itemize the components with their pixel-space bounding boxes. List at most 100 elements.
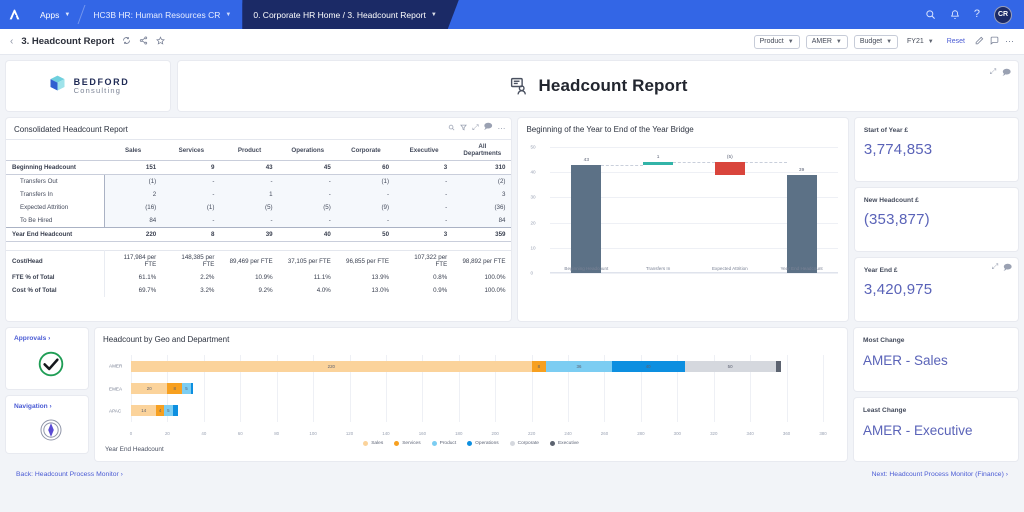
legend-item[interactable]: Executive (549, 441, 579, 446)
kpi-value: AMER - Sales (863, 353, 948, 368)
cell: - (162, 214, 221, 228)
navigation-card[interactable]: Navigation › (6, 396, 88, 453)
chevron-left-icon[interactable]: ‹ (10, 36, 13, 47)
bar-value-label: 39 (798, 167, 805, 173)
bar-segment[interactable]: 40 (611, 360, 685, 372)
cell: 98,892 per FTE (453, 250, 512, 271)
cell: 61.1% (138, 274, 157, 281)
kpi-label: New Headcount £ (863, 197, 919, 204)
bar[interactable] (714, 162, 745, 175)
filter-version[interactable]: Budget ▼ (853, 34, 899, 49)
bar-segment[interactable] (191, 383, 193, 394)
bar-segment[interactable]: 8 (531, 360, 547, 372)
more-horizontal-icon[interactable]: ⋯ (497, 124, 505, 133)
page-footer: Back: Headcount Process Monitor › Next: … (6, 461, 1018, 478)
approvals-link[interactable]: Approvals › (14, 335, 88, 342)
y-axis-tick: 10 (530, 245, 536, 251)
bar-segment[interactable]: 14 (131, 405, 157, 417)
footer-next-link[interactable]: Next: Headcount Process Monitor (Finance… (872, 471, 1008, 478)
navigation-link[interactable]: Navigation › (14, 403, 88, 410)
refresh-icon[interactable] (122, 36, 131, 47)
bar-segment[interactable]: 36 (546, 360, 612, 372)
search-icon[interactable] (448, 124, 455, 133)
legend-item[interactable]: Sales (363, 441, 383, 446)
more-horizontal-icon[interactable]: ⋯ (1005, 36, 1014, 47)
help-question-icon[interactable]: ? (974, 9, 980, 20)
avatar[interactable]: CR (994, 5, 1012, 24)
app-logo-icon[interactable] (0, 0, 29, 29)
star-icon[interactable] (156, 36, 166, 47)
apps-menu[interactable]: Apps ▼ (29, 0, 81, 29)
bar[interactable] (643, 162, 674, 166)
legend-item[interactable]: Product (431, 441, 456, 446)
table-body: Beginning Headcount 151 9 43 45 60 3 310 (6, 160, 512, 175)
filter-icon[interactable] (460, 124, 468, 133)
bottom-content-row: Approvals › Navigation › Headcount by Ge… (6, 328, 1018, 461)
cell: 148,385 per FTE (162, 250, 221, 271)
geo-chart-title: Headcount by Geo and Department (103, 335, 230, 344)
expand-icon[interactable]: ⤢ (990, 67, 996, 81)
row-label: Cost % of Total (6, 284, 105, 297)
cell: - (220, 214, 279, 228)
row-label: Expected Attrition (6, 201, 105, 214)
cell: 1 (220, 188, 279, 201)
kpi-value: AMER - Executive (863, 423, 973, 438)
legend-item[interactable]: Corporate (509, 441, 539, 446)
comment-icon[interactable] (990, 36, 999, 47)
bar-segment[interactable]: 4 (156, 405, 164, 417)
change-kpi-column: Most Change AMER - Sales Least Change AM… (854, 328, 1018, 461)
bar-segment[interactable]: 20 (131, 383, 168, 394)
expand-icon[interactable]: ⤢ (992, 262, 998, 276)
bar-segment[interactable]: 5 (163, 405, 173, 417)
row-label: To Be Hired (6, 214, 105, 228)
bar-segment[interactable] (172, 405, 179, 417)
filter-product[interactable]: Product ▼ (753, 34, 800, 49)
side-links-column: Approvals › Navigation › (6, 328, 88, 461)
bar-value-label: 43 (583, 157, 590, 163)
cell: 220 (104, 227, 163, 242)
search-icon[interactable] (925, 9, 936, 20)
cell: 39 (220, 227, 279, 242)
comment-icon[interactable]: 🗩 (1002, 67, 1011, 81)
cell: 45 (278, 160, 337, 175)
cell: (9) (336, 201, 396, 214)
bridge-chart[interactable]: 0 10 20 30 40 50 43 Beginning Headcount 1 Transfe… (524, 141, 841, 289)
col-header-operations: Operations (291, 146, 325, 154)
row-label: FTE % of Total (6, 271, 105, 284)
kpi-card-year-end: ⤢ 🗩 Year End £ 3,420,975 (854, 258, 1018, 321)
bar-group: 20 8 5 (131, 383, 823, 394)
notification-bell-icon[interactable] (950, 9, 960, 20)
bar-segment[interactable]: 50 (684, 360, 776, 372)
expand-icon[interactable]: ⤢ (472, 123, 478, 133)
legend-item[interactable]: Operations (467, 441, 499, 446)
cell: 13.9% (371, 274, 390, 281)
breadcrumb-tab[interactable]: 0. Corporate HR Home / 3. Headcount Repo… (242, 0, 458, 29)
geo-chart[interactable]: 0 20 40 60 80 100 120 140 160 180 200 220 240 260 280 3… (105, 349, 837, 446)
bar[interactable] (571, 164, 602, 273)
approvals-card[interactable]: Approvals › (6, 328, 88, 389)
cell: - (395, 201, 454, 214)
share-icon[interactable] (139, 36, 148, 47)
filter-fiscal-year[interactable]: FY21 ▼ (904, 38, 937, 45)
filter-region[interactable]: AMER ▼ (805, 34, 848, 49)
workspace-selector[interactable]: HC3B HR: Human Resources CR ▼ (82, 0, 242, 29)
y-axis-tick: 0 (530, 270, 534, 276)
pencil-icon[interactable] (975, 36, 984, 47)
bar[interactable] (786, 174, 817, 273)
x-axis-tick: 380 (819, 431, 827, 436)
bar-segment[interactable] (775, 360, 782, 372)
connector-line (744, 162, 787, 164)
bar-segment[interactable]: 5 (181, 383, 192, 394)
comment-icon[interactable]: 🗩 (1003, 262, 1012, 276)
footer-back-link[interactable]: Back: Headcount Process Monitor › (16, 471, 123, 478)
comment-icon[interactable]: 🗩 (484, 121, 493, 135)
bar-segment[interactable]: 220 (131, 360, 532, 372)
reset-filters-link[interactable]: Reset (943, 38, 969, 45)
cell: - (278, 188, 337, 201)
legend-item[interactable]: Services (394, 441, 421, 446)
bar-segment[interactable]: 8 (167, 383, 182, 394)
col-header-blank (6, 140, 104, 161)
legend-label: Services (402, 441, 421, 446)
kpi-card-least-change: Least Change AMER - Executive (854, 398, 1018, 461)
brand-tagline: Consulting (73, 85, 122, 95)
